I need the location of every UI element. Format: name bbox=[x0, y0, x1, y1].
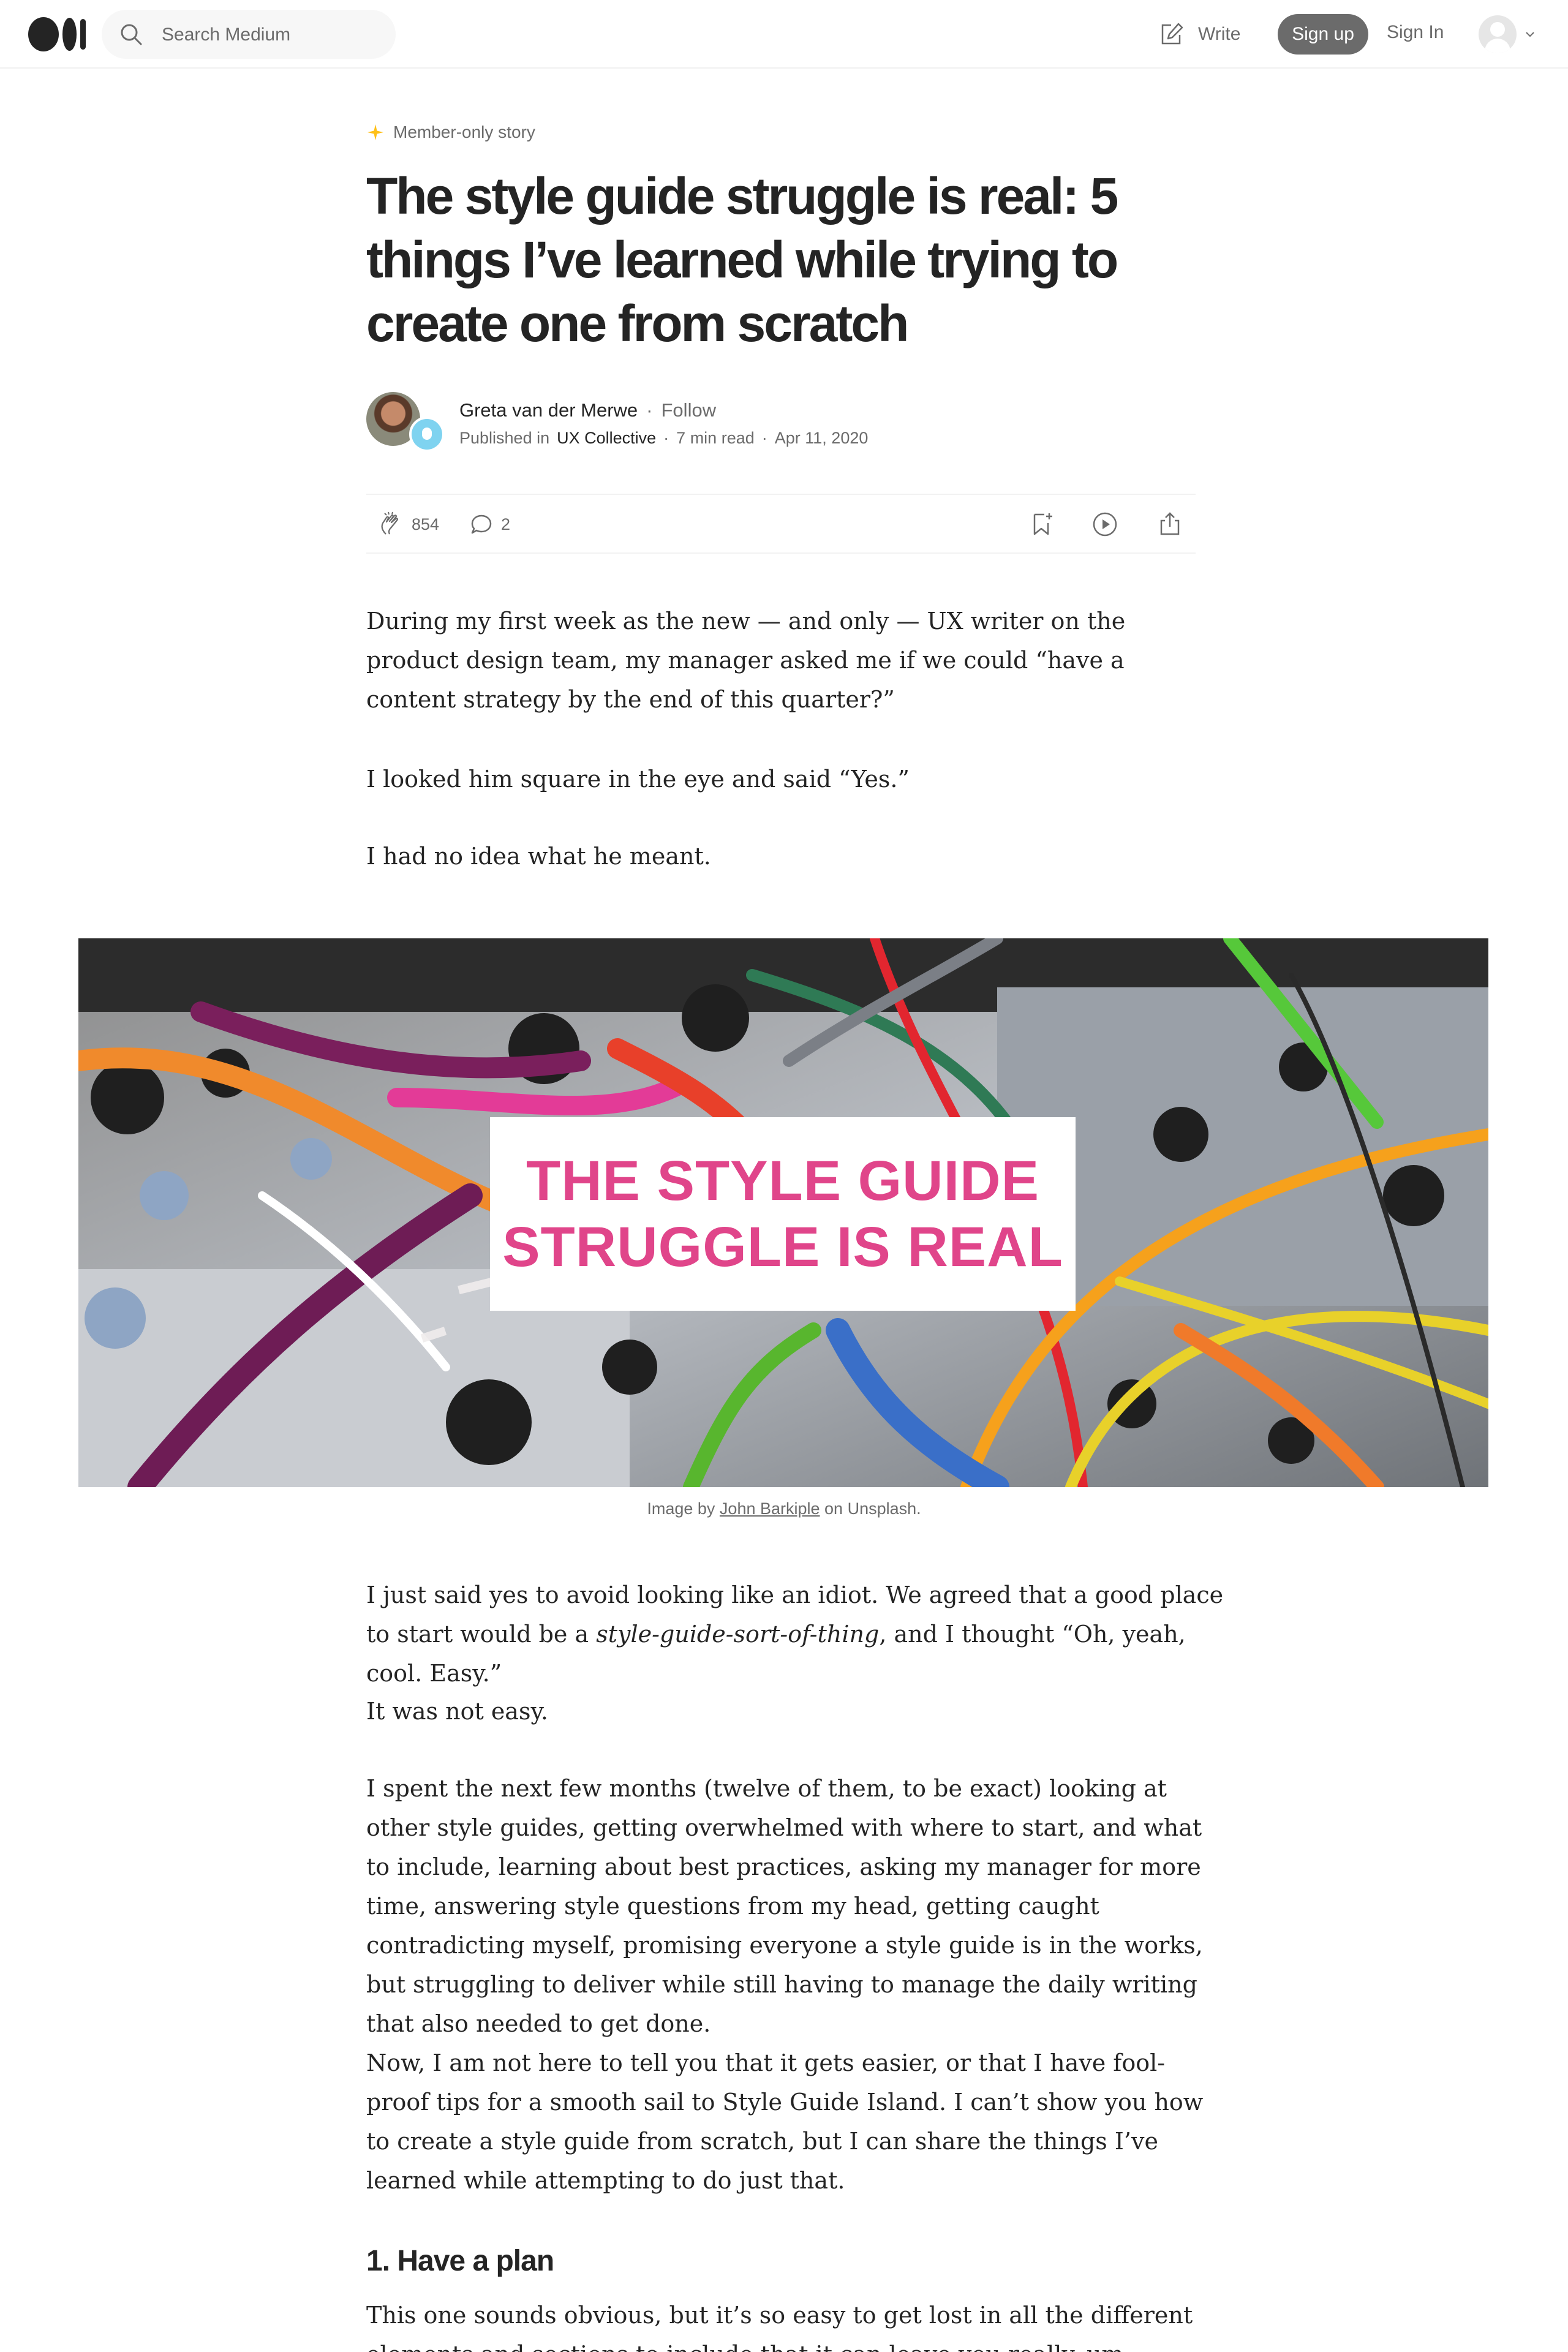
share-icon bbox=[1160, 512, 1180, 535]
listen-button[interactable] bbox=[1091, 510, 1118, 539]
clap-button[interactable]: 854 bbox=[377, 510, 439, 539]
top-navigation: Write Sign up Sign In bbox=[0, 0, 1568, 69]
section-heading: 1. Have a plan bbox=[366, 2245, 554, 2277]
paragraph-7: Now, I am not here to tell you that it g… bbox=[366, 2049, 1204, 2194]
paragraph-2: I looked him square in the eye and said … bbox=[366, 766, 910, 793]
user-avatar-icon bbox=[1479, 15, 1517, 53]
clap-icon bbox=[381, 511, 399, 535]
paragraph-1: During my first week as the new — and on… bbox=[366, 608, 1126, 713]
photographer-link[interactable]: John Barkiple bbox=[720, 1499, 820, 1518]
paragraph-5: It was not easy. bbox=[366, 1698, 548, 1725]
hero-image: THE STYLE GUIDE STRUGGLE IS REAL bbox=[78, 938, 1488, 1487]
clap-count: 854 bbox=[412, 514, 440, 533]
sign-in-link[interactable]: Sign In bbox=[1387, 22, 1444, 43]
article-title: The style guide struggle is real: 5 thin… bbox=[366, 167, 1118, 352]
write-label: Write bbox=[1198, 24, 1241, 44]
byline: Greta van der Merwe · Follow Published i… bbox=[366, 392, 1199, 453]
image-caption: Image by John Barkiple on Unsplash. bbox=[647, 1499, 921, 1518]
sparkle-icon bbox=[368, 124, 383, 140]
bookmark-icon bbox=[1033, 513, 1052, 535]
article-action-bar: 854 2 bbox=[366, 494, 1196, 554]
paragraph-4: I just said yes to avoid looking like an… bbox=[366, 1581, 1224, 1687]
member-only-badge: Member-only story bbox=[366, 120, 1199, 145]
read-time: 7 min read bbox=[676, 429, 755, 447]
paragraph-6: I spent the next few months (twelve of t… bbox=[366, 1775, 1203, 2037]
hero-title-line-2: STRUGGLE IS REAL bbox=[502, 1216, 1063, 1278]
paragraph-8: This one sounds obvious, but it’s so eas… bbox=[366, 2302, 1193, 2352]
medium-logo-icon[interactable] bbox=[28, 17, 86, 51]
follow-button[interactable]: Follow bbox=[662, 399, 717, 421]
response-icon bbox=[471, 514, 492, 534]
published-in-label: Published in bbox=[459, 429, 550, 447]
write-button[interactable]: Write bbox=[1159, 18, 1240, 50]
sign-up-button[interactable]: Sign up bbox=[1278, 14, 1368, 55]
search-input[interactable] bbox=[160, 22, 377, 48]
author-name[interactable]: Greta van der Merwe bbox=[459, 399, 638, 421]
hero-title-line-1: THE STYLE GUIDE bbox=[526, 1150, 1039, 1212]
bookmark-button[interactable] bbox=[1029, 510, 1056, 539]
user-menu[interactable] bbox=[1479, 15, 1540, 54]
publication-avatar[interactable] bbox=[409, 417, 445, 452]
publication-link[interactable]: UX Collective bbox=[557, 429, 656, 448]
listen-icon bbox=[1093, 512, 1117, 537]
chevron-down-icon bbox=[1526, 32, 1534, 37]
response-count: 2 bbox=[501, 514, 511, 533]
member-only-label: Member-only story bbox=[393, 123, 535, 141]
responses-button[interactable]: 2 bbox=[469, 510, 510, 539]
search-icon bbox=[121, 24, 142, 45]
publish-date: Apr 11, 2020 bbox=[774, 429, 869, 447]
share-button[interactable] bbox=[1156, 510, 1183, 539]
paragraph-3: I had no idea what he meant. bbox=[366, 843, 711, 870]
hero-title-card: THE STYLE GUIDE STRUGGLE IS REAL bbox=[490, 1117, 1076, 1311]
search-box[interactable] bbox=[102, 10, 396, 59]
write-icon bbox=[1161, 23, 1183, 45]
